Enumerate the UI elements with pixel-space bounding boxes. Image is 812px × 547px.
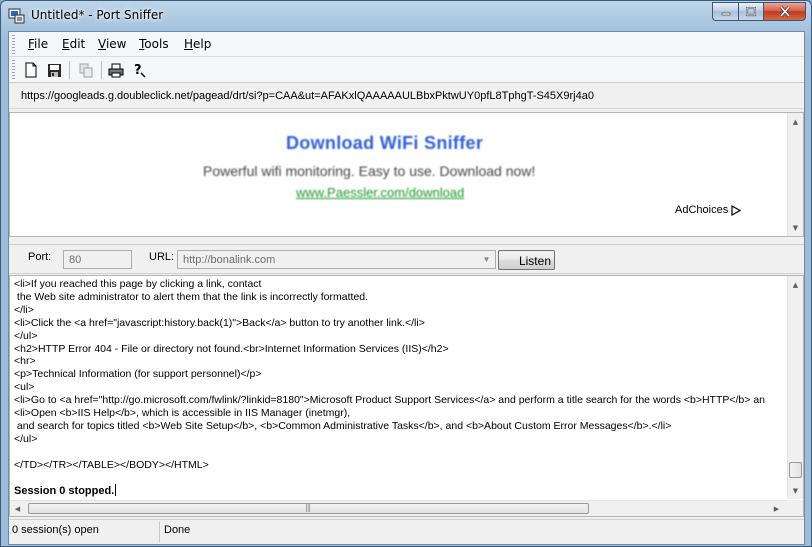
new-file-icon [25,62,37,78]
address-bar: https://googleads.g.doubleclick.net/page… [9,84,804,109]
caption-buttons [712,2,806,21]
log-line: </ul> [14,329,38,342]
listen-button[interactable]: Listen [498,250,555,270]
app-window: Untitled* - Port Sniffer File Edit View … [0,0,812,547]
svg-text:?: ? [134,63,142,78]
maximize-icon [746,6,756,16]
close-icon [779,6,790,17]
close-button[interactable] [763,2,806,21]
toolbar-separator [101,61,102,79]
vertical-scroll-thumb[interactable] [789,462,802,478]
scroll-right-icon[interactable]: ▶ [772,504,781,513]
save-icon [47,63,61,77]
print-icon [108,63,124,77]
scroll-left-icon[interactable]: ◀ [13,504,22,513]
url-label: URL: [149,251,175,263]
new-button[interactable] [22,61,40,79]
copy-icon [79,63,92,77]
menu-view[interactable]: View [98,37,126,51]
url-combobox[interactable]: http://bonalink.com ▼ [177,250,496,269]
log-line: <li>If you reached this page by clicking… [14,278,262,290]
toolbar-grip[interactable] [12,60,15,79]
minimize-icon [721,12,730,15]
help-button[interactable]: ? [130,61,148,79]
menubar-grip[interactable] [12,35,15,54]
log-line: <ul> [14,381,35,394]
ad-url-text: https://googleads.g.doubleclick.net/page… [21,90,594,102]
scroll-down-icon[interactable]: ▼ [791,223,800,232]
app-icon[interactable] [8,7,25,24]
scroll-up-icon[interactable]: ▲ [791,117,800,126]
menu-edit[interactable]: Edit [62,37,85,51]
connection-bar: Port: 80 URL: http://bonalink.com ▼ List… [9,244,804,274]
scroll-down-icon[interactable]: ▼ [791,486,800,495]
maximize-button[interactable] [738,2,763,21]
chevron-down-icon[interactable]: ▼ [479,252,494,267]
log-line: <hr> [14,355,36,368]
listen-label: Listen [518,254,551,268]
menu-tools[interactable]: Tools [139,37,169,51]
save-button[interactable] [45,61,63,79]
log-horizontal-scrollbar[interactable]: ◀ ||| ▶ [10,500,787,516]
text-caret [115,484,117,496]
adchoices-icon [731,204,742,216]
log-line: <p>Technical Information (for support pe… [14,368,262,381]
session-count: 0 session(s) open [12,524,99,536]
log-pane[interactable]: <li>If you reached this page by clicking… [9,275,804,517]
url-value: http://bonalink.com [183,254,276,266]
session-status-text: Session 0 stopped. [14,485,115,497]
log-vertical-scrollbar[interactable]: ▲ ▼ [787,276,803,499]
window-title: Untitled* - Port Sniffer [31,8,164,22]
menu-file[interactable]: File [28,37,48,51]
adchoices-label: AdChoices [675,204,729,216]
log-line: and search for topics titled <b>Web Site… [14,419,672,432]
log-line: <li>Click the <a href="javascript:histor… [14,316,425,329]
adchoices-link[interactable]: AdChoices [675,204,742,216]
log-line: <li>Go to <a href="http://go.microsoft.c… [14,394,766,407]
ad-vertical-scrollbar[interactable]: ▲ ▼ [787,113,803,236]
menu-bar: File Edit View Tools Help [9,32,804,57]
status-separator [159,522,160,542]
ad-link[interactable]: www.Paessler.com/download [296,185,464,200]
horizontal-scroll-thumb[interactable]: ||| [28,503,589,514]
ad-title[interactable]: Download WiFi Sniffer [286,133,483,154]
minimize-button[interactable] [712,2,738,21]
port-input[interactable]: 80 [63,250,132,269]
ad-pane: Download WiFi Sniffer Powerful wifi moni… [9,112,804,237]
port-label: Port: [28,251,52,263]
toolbar-separator [69,61,70,79]
log-line: </TD></TR></TABLE></BODY></HTML> [14,458,209,471]
help-icon: ? [134,63,146,78]
print-button[interactable] [107,61,125,79]
scroll-corner [786,500,803,516]
thumb-grip: ||| [305,503,311,512]
copy-button[interactable] [77,61,95,79]
status-state: Done [164,524,191,536]
log-text: <li>If you reached this page by clicking… [14,278,784,472]
status-bar: 0 session(s) open Done [9,519,804,544]
session-status: Session 0 stopped. [14,484,117,497]
log-line: </li> [14,303,34,316]
ad-description: Powerful wifi monitoring. Easy to use. D… [203,163,536,179]
client-area: File Edit View Tools Help ? https://goog… [8,31,805,545]
scroll-up-icon[interactable]: ▲ [791,280,800,289]
log-line: <h2>HTTP Error 404 - File or directory n… [14,342,449,355]
log-line: </ul> [14,432,38,445]
log-line: <li>Open <b>IIS Help</b>, which is acces… [14,407,351,420]
title-bar[interactable]: Untitled* - Port Sniffer [1,1,811,31]
log-line: the Web site administrator to alert them… [14,290,369,303]
toolbar: ? [9,57,804,83]
menu-help[interactable]: Help [184,37,211,51]
